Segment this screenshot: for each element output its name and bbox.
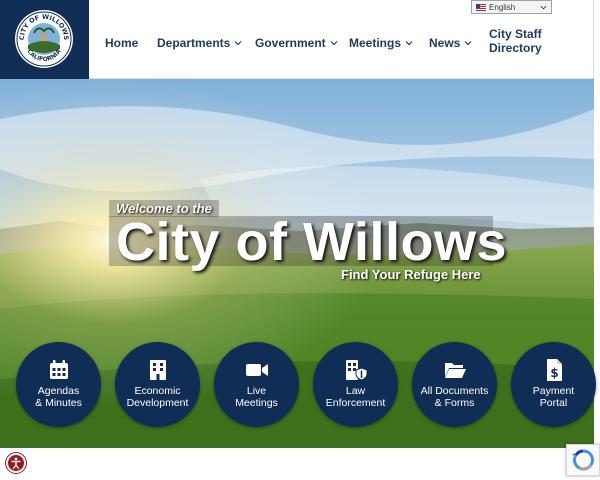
nav-news-label: News [429, 36, 461, 50]
quick-link-label-2: Portal [539, 397, 568, 409]
quick-link-all-documents-forms[interactable]: All Documents & Forms [412, 342, 497, 427]
logo-link[interactable]: CITY OF WILLOWS CALIFORNIA [0, 0, 89, 79]
quick-link-payment-portal[interactable]: $ Payment Portal [511, 342, 596, 427]
quick-link-label-1: Payment [532, 385, 575, 397]
nav-meetings-label: Meetings [349, 36, 402, 50]
dollar-document-icon: $ [546, 359, 562, 381]
quick-link-label-1: Live [246, 385, 267, 397]
chevron-down-icon [234, 41, 242, 46]
right-edge-strip [594, 0, 600, 340]
us-flag-icon [476, 3, 486, 11]
nav-meetings[interactable]: Meetings [349, 34, 414, 52]
quick-link-label-2: Enforcement [325, 397, 386, 409]
accessibility-button[interactable] [6, 453, 26, 473]
quick-link-agendas-minutes[interactable]: Agendas & Minutes [16, 342, 101, 427]
nav-government-label: Government [255, 36, 326, 50]
nav-departments-label: Departments [157, 36, 231, 50]
nav-city-staff-directory[interactable]: City Staff Directory [489, 27, 549, 55]
quick-link-label-2: Development [126, 397, 189, 409]
quick-link-law-enforcement[interactable]: Law Enforcement [313, 342, 398, 427]
accessibility-icon [11, 457, 21, 470]
quick-link-label-1: All Documents [420, 385, 489, 397]
quick-link-label-1: Economic [134, 385, 181, 397]
quick-link-economic-development[interactable]: Economic Development [115, 342, 200, 427]
chevron-down-icon [405, 41, 413, 46]
chevron-down-icon [540, 5, 547, 9]
quick-link-label-2: Meetings [235, 397, 278, 409]
chevron-down-icon [330, 41, 338, 46]
nav-staff-line1: City Staff [489, 27, 542, 41]
police-building-shield-icon [345, 360, 367, 381]
site-header: CITY OF WILLOWS CALIFORNIA Home Departme… [0, 0, 594, 79]
nav-staff-line2: Directory [489, 41, 542, 55]
hero-title: City of Willows [116, 212, 508, 272]
building-icon [149, 360, 166, 380]
quick-link-label-2: & Forms [434, 397, 475, 409]
nav-news[interactable]: News [429, 34, 473, 52]
nav-home-label: Home [105, 36, 139, 50]
quick-link-label-1: Agendas [37, 385, 80, 397]
nav-government[interactable]: Government [255, 34, 339, 52]
video-camera-icon [245, 364, 268, 376]
language-select-value: English [489, 2, 516, 12]
nav-home[interactable]: Home [105, 34, 138, 52]
quick-link-label-1: Law [345, 385, 366, 397]
quick-link-live-meetings[interactable]: Live Meetings [214, 342, 299, 427]
quick-link-label-2: & Minutes [35, 397, 82, 409]
city-seal-logo: CITY OF WILLOWS CALIFORNIA [15, 10, 73, 68]
hero-tagline: Find Your Refuge Here [341, 267, 481, 282]
chevron-down-icon [464, 41, 472, 46]
recaptcha-icon [572, 449, 594, 471]
open-folder-icon [444, 363, 466, 378]
nav-departments[interactable]: Departments [157, 34, 243, 52]
recaptcha-badge[interactable] [566, 444, 600, 476]
svg-text:$: $ [550, 366, 558, 380]
calendar-icon [49, 360, 68, 379]
language-select[interactable]: English [471, 0, 552, 14]
page: CITY OF WILLOWS CALIFORNIA Home Departme… [0, 0, 600, 480]
